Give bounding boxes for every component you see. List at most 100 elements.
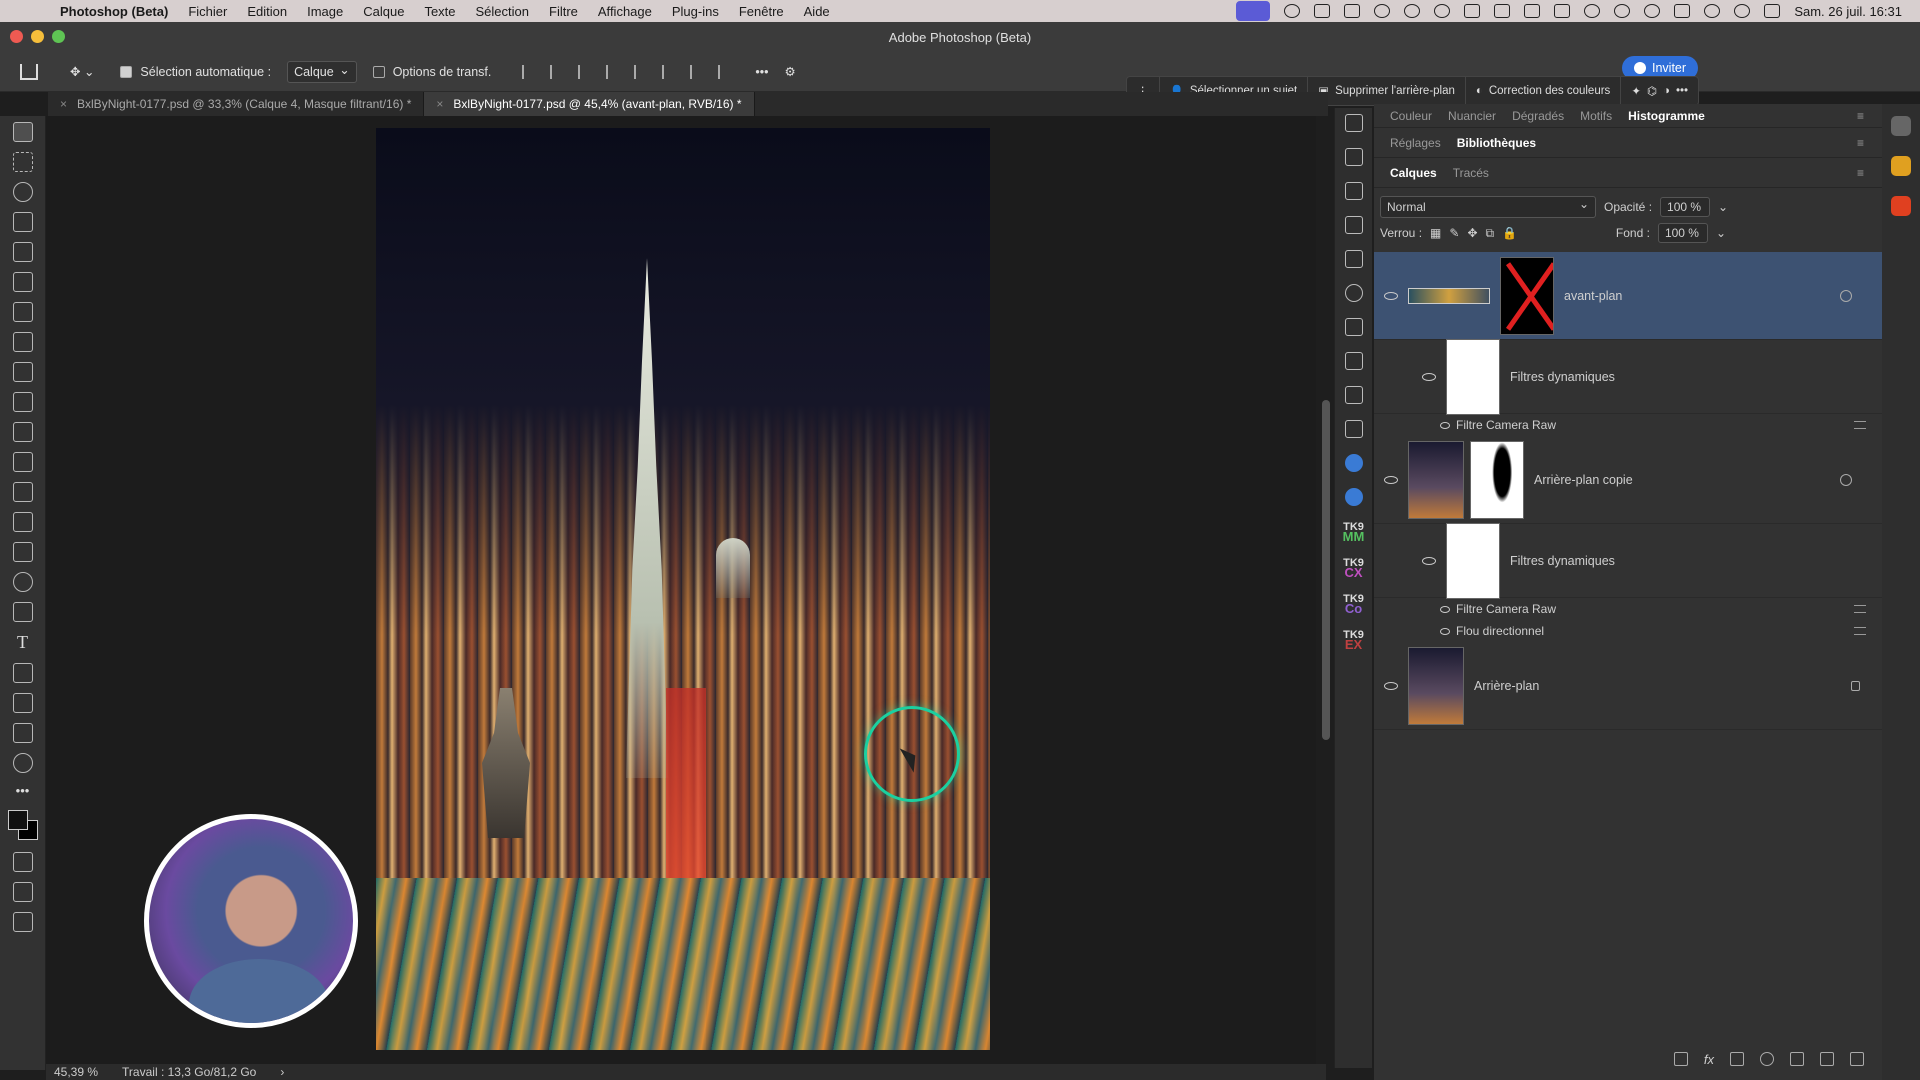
align-right-icon[interactable] — [578, 64, 592, 79]
menubar-clock[interactable]: Sam. 26 juil. 16:31 — [1794, 4, 1902, 19]
visibility-eye-icon[interactable] — [1384, 291, 1398, 300]
fill-dropdown-icon[interactable]: ⌄ — [1716, 226, 1726, 240]
filter-options-icon[interactable] — [1854, 421, 1866, 429]
privacy-icon[interactable] — [1404, 4, 1421, 18]
link-layers-icon[interactable] — [1673, 1052, 1688, 1066]
plugin-red-icon[interactable] — [1891, 196, 1911, 216]
spotlight-icon[interactable] — [1734, 4, 1751, 18]
menu-texte[interactable]: Texte — [414, 4, 465, 19]
align-center-icon[interactable] — [550, 64, 564, 79]
lock-pixels-icon[interactable]: ✎ — [1449, 226, 1459, 240]
visibility-eye-icon[interactable] — [1440, 421, 1450, 429]
menu-plugins[interactable]: Plug-ins — [662, 4, 729, 19]
smart-object-link-icon[interactable] — [1840, 289, 1852, 302]
distribute-vertical-icon[interactable] — [718, 64, 732, 79]
tk9-cx-icon[interactable]: TK9 CX — [1343, 558, 1364, 580]
layer-arriere-plan[interactable]: Arrière-plan — [1374, 642, 1882, 730]
hand-tool-icon[interactable] — [12, 723, 33, 743]
plugin-chart-icon[interactable] — [1344, 488, 1363, 506]
color-correction-button[interactable]: ◐ Correction des couleurs — [1466, 77, 1622, 105]
align-left-icon[interactable] — [522, 64, 536, 79]
lasso-tool-icon[interactable] — [12, 182, 33, 202]
filter-options-icon[interactable] — [1854, 627, 1866, 635]
distribute-icon[interactable] — [606, 64, 620, 79]
menu-fenetre[interactable]: Fenêtre — [729, 4, 794, 19]
wifi-icon[interactable] — [1704, 4, 1721, 18]
filter-mask-thumbnail[interactable] — [1446, 522, 1500, 599]
smudge-tool-icon[interactable] — [12, 512, 33, 532]
screen-share-icon[interactable] — [1236, 1, 1271, 21]
magic-wand-icon[interactable]: ✦ — [1631, 84, 1641, 98]
actions-panel-icon[interactable] — [1344, 148, 1363, 166]
cursor-app-icon[interactable] — [1374, 4, 1391, 18]
grid-icon[interactable] — [1494, 4, 1511, 18]
close-window-button[interactable] — [10, 30, 23, 43]
menu-image[interactable]: Image — [297, 4, 353, 19]
document-canvas[interactable] — [376, 128, 990, 1050]
sun-panel-icon[interactable] — [1344, 250, 1363, 268]
brush-settings-icon[interactable] — [1344, 318, 1363, 336]
tab-motifs[interactable]: Motifs — [1572, 109, 1620, 123]
zoom-tool-icon[interactable] — [12, 753, 33, 773]
add-mask-icon[interactable] — [1730, 1052, 1744, 1066]
tk9-co-icon[interactable]: TK9 Co — [1343, 594, 1364, 616]
eraser-tool-icon[interactable] — [12, 452, 33, 472]
gradient-tool-icon[interactable] — [12, 482, 33, 502]
pen-tool-icon[interactable] — [12, 602, 33, 622]
window-icon[interactable] — [1554, 4, 1571, 18]
command-icon[interactable] — [1344, 4, 1361, 18]
filter-camera-raw[interactable]: Filtre Camera Raw — [1374, 598, 1882, 620]
canvas-area[interactable] — [46, 116, 1316, 1064]
more-options-button[interactable]: ••• — [747, 59, 776, 85]
lock-icon[interactable] — [1851, 680, 1860, 691]
zoom-level[interactable]: 45,39 % — [54, 1065, 98, 1079]
dodge-tool-icon[interactable] — [12, 542, 33, 562]
tab-calques[interactable]: Calques — [1382, 166, 1445, 180]
menu-filtre[interactable]: Filtre — [539, 4, 588, 19]
menu-calque[interactable]: Calque — [353, 4, 414, 19]
control-center-icon[interactable] — [1764, 4, 1781, 18]
apple-icon[interactable] — [20, 4, 38, 18]
character-panel-icon[interactable] — [1344, 386, 1363, 404]
record-icon[interactable] — [1584, 4, 1601, 18]
status-expand-arrow[interactable]: › — [280, 1065, 284, 1079]
battery-icon[interactable] — [1674, 4, 1691, 18]
creative-cloud-icon[interactable] — [1434, 4, 1451, 18]
rectangle-tool-icon[interactable] — [12, 693, 33, 713]
move-tool-icon[interactable] — [12, 122, 33, 142]
visibility-eye-icon[interactable] — [1440, 627, 1450, 635]
visibility-eye-icon[interactable] — [1440, 605, 1450, 613]
auto-select-checkbox[interactable]: Sélection automatique : — [112, 59, 279, 85]
layer-name[interactable]: avant-plan — [1564, 289, 1622, 303]
smart-object-thumbnail[interactable] — [1408, 440, 1464, 519]
history-panel-icon[interactable] — [1344, 114, 1363, 132]
plugin-yellow-icon[interactable] — [1891, 156, 1911, 176]
auto-select-target[interactable]: Calque — [279, 59, 365, 85]
tab-degrades[interactable]: Dégradés — [1504, 109, 1572, 123]
remove-background-button[interactable]: ▣ Supprimer l'arrière-plan — [1308, 77, 1466, 105]
close-tab-icon[interactable]: × — [436, 97, 443, 111]
foreground-color-swatch[interactable] — [7, 810, 28, 830]
premiere-icon[interactable] — [1464, 4, 1481, 18]
smart-filters-avant-plan[interactable]: Filtres dynamiques — [1374, 338, 1882, 415]
camera-icon[interactable] — [1314, 4, 1331, 18]
panel-menu-icon[interactable]: ≡ — [1849, 136, 1872, 150]
opacity-dropdown-icon[interactable]: ⌄ — [1718, 200, 1728, 214]
blend-mode-dropdown[interactable]: Normal — [1380, 196, 1596, 218]
filter-mask-thumbnail[interactable] — [1446, 338, 1500, 415]
brush-tool-icon[interactable] — [12, 362, 33, 382]
adjustment-layer-icon[interactable] — [1760, 1052, 1774, 1066]
smart-object-thumbnail[interactable] — [1408, 287, 1490, 304]
history-brush-tool-icon[interactable] — [12, 422, 33, 442]
lock-transparency-icon[interactable]: ▦ — [1430, 226, 1441, 240]
align-top-icon[interactable] — [634, 64, 648, 79]
color-swatches[interactable] — [6, 808, 40, 842]
more-icon[interactable]: ••• — [1676, 85, 1688, 97]
visibility-eye-icon[interactable] — [1384, 681, 1398, 690]
layer-mask-thumbnail[interactable] — [1500, 256, 1554, 335]
object-select-tool-icon[interactable] — [12, 212, 33, 232]
align-bottom-icon[interactable] — [690, 64, 704, 79]
layer-thumbnail[interactable] — [1408, 646, 1464, 725]
tab-bibliotheques[interactable]: Bibliothèques — [1449, 136, 1544, 150]
flame-icon[interactable] — [1284, 4, 1301, 18]
